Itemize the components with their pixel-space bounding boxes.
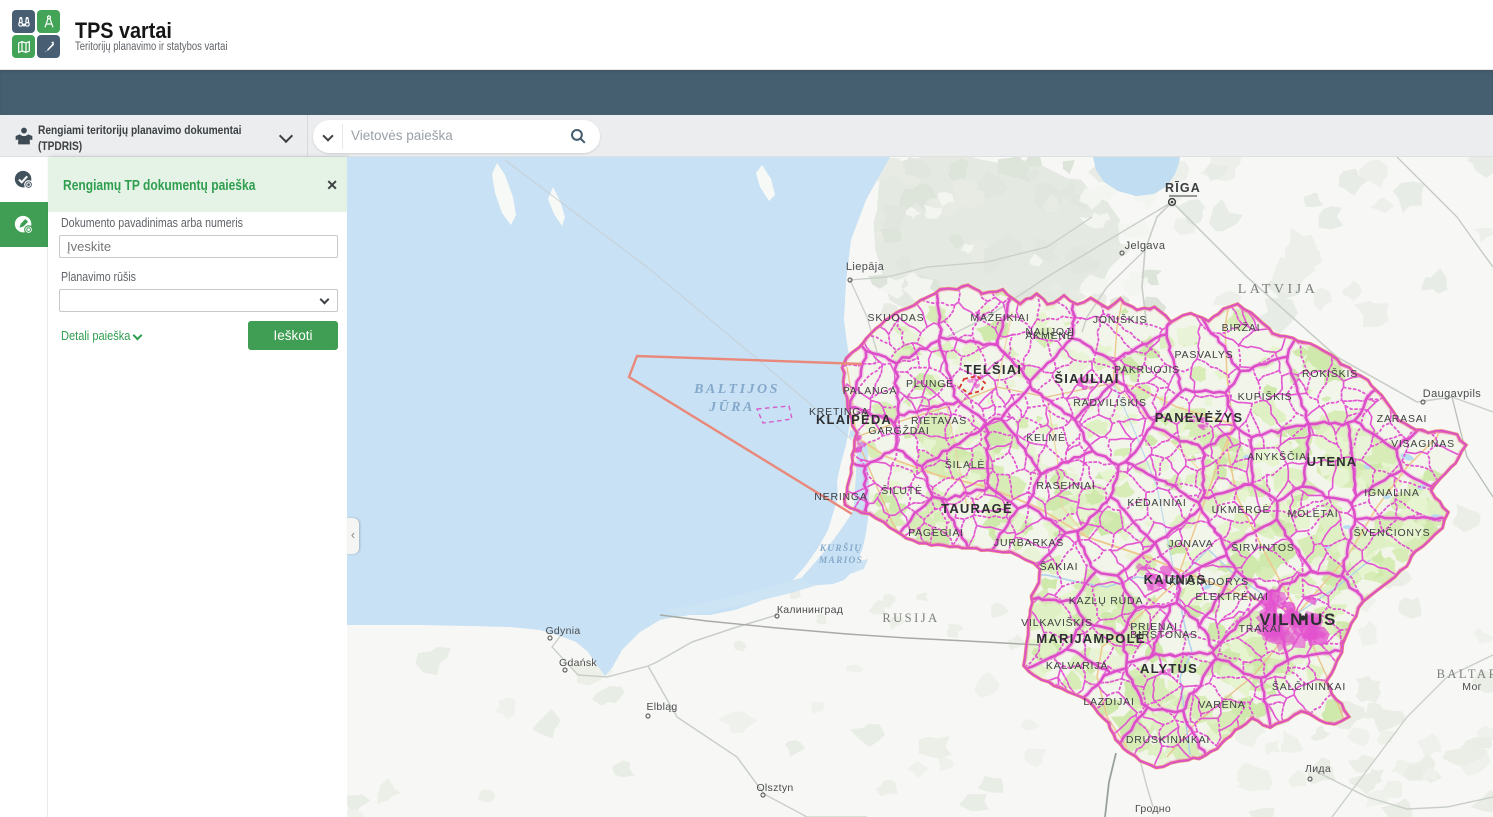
svg-text:KELMĖ: KELMĖ: [1026, 431, 1066, 444]
svg-text:PASVALYS: PASVALYS: [1175, 349, 1234, 361]
svg-text:BIRŠTONAS: BIRŠTONAS: [1130, 628, 1198, 641]
svg-text:RIETAVAS: RIETAVAS: [911, 415, 967, 427]
svg-text:JŪRA: JŪRA: [708, 399, 755, 415]
svg-text:VISAGINAS: VISAGINAS: [1391, 438, 1455, 450]
svg-text:Гродно: Гродно: [1135, 803, 1171, 815]
svg-text:PLUNGĖ: PLUNGĖ: [906, 377, 954, 390]
svg-text:PAKRUOJIS: PAKRUOJIS: [1114, 364, 1180, 376]
svg-text:TAURAGĖ: TAURAGĖ: [941, 501, 1013, 516]
svg-text:PAGĖGIAI: PAGĖGIAI: [908, 526, 964, 539]
svg-text:VILKAVIŠKIS: VILKAVIŠKIS: [1021, 616, 1093, 629]
svg-text:MOLĖTAI: MOLĖTAI: [1288, 507, 1339, 520]
svg-text:AKMENĖ: AKMENĖ: [1025, 329, 1074, 342]
svg-text:Jelgava: Jelgava: [1125, 240, 1166, 252]
svg-text:KAIŠIADORYS: KAIŠIADORYS: [1169, 575, 1249, 588]
svg-text:ŠILUTĖ: ŠILUTĖ: [881, 484, 923, 497]
svg-text:LATVIJA: LATVIJA: [1238, 282, 1319, 297]
svg-text:KĖDAINIAI: KĖDAINIAI: [1127, 496, 1186, 509]
svg-text:ALYTUS: ALYTUS: [1140, 661, 1198, 676]
svg-text:UKMERGĖ: UKMERGĖ: [1212, 503, 1271, 516]
svg-text:Liepāja: Liepāja: [846, 261, 885, 273]
svg-text:ZARASAI: ZARASAI: [1377, 413, 1428, 425]
svg-text:BIRŽAI: BIRŽAI: [1222, 321, 1261, 334]
svg-text:PANEVĖŽYS: PANEVĖŽYS: [1155, 410, 1244, 425]
svg-text:Elbląg: Elbląg: [647, 701, 678, 713]
svg-text:KUPIŠKIS: KUPIŠKIS: [1238, 390, 1293, 403]
svg-text:JURBARKAS: JURBARKAS: [994, 537, 1064, 549]
svg-text:BALTIJOS: BALTIJOS: [693, 382, 780, 397]
svg-text:RUSIJA: RUSIJA: [882, 611, 939, 625]
svg-text:UTENA: UTENA: [1307, 454, 1358, 469]
svg-text:KALVARIJA: KALVARIJA: [1046, 660, 1108, 672]
svg-text:ŠAKIAI: ŠAKIAI: [1040, 560, 1079, 573]
svg-text:BALTAR: BALTAR: [1437, 667, 1493, 681]
svg-text:ANYKŠČIAI: ANYKŠČIAI: [1247, 450, 1310, 463]
svg-text:KAZLŲ RŪDA: KAZLŲ RŪDA: [1069, 595, 1144, 607]
svg-text:RASEINIAI: RASEINIAI: [1036, 480, 1095, 492]
svg-text:RADVILIŠKIS: RADVILIŠKIS: [1073, 396, 1147, 409]
svg-text:Daugavpils: Daugavpils: [1423, 388, 1482, 400]
svg-text:JONIŠKIS: JONIŠKIS: [1093, 313, 1147, 326]
svg-text:TELŠIAI: TELŠIAI: [964, 362, 1022, 377]
svg-text:RĪGA: RĪGA: [1165, 181, 1201, 195]
svg-text:ŠIAULIAI: ŠIAULIAI: [1054, 371, 1119, 386]
svg-text:Olsztyn: Olsztyn: [756, 782, 793, 794]
svg-text:ŠVENČIONYS: ŠVENČIONYS: [1354, 526, 1431, 539]
svg-text:NERINGA: NERINGA: [814, 491, 867, 503]
svg-text:PALANGA: PALANGA: [843, 385, 897, 397]
svg-text:ŠALČININKAI: ŠALČININKAI: [1272, 680, 1346, 693]
svg-text:VARĖNA: VARĖNA: [1198, 698, 1245, 711]
svg-text:Калининград: Калининград: [777, 604, 843, 616]
svg-text:ŠILALĖ: ŠILALĖ: [945, 458, 985, 471]
svg-text:TRAKAI: TRAKAI: [1239, 623, 1282, 635]
svg-text:Мог: Мог: [1462, 681, 1481, 693]
svg-text:ELEKTRĖNAI: ELEKTRĖNAI: [1195, 590, 1268, 603]
svg-text:DRUSKININKAI: DRUSKININKAI: [1126, 734, 1210, 746]
svg-text:ROKIŠKIS: ROKIŠKIS: [1302, 367, 1358, 380]
svg-text:MARIOS: MARIOS: [818, 556, 863, 566]
svg-text:SKUODAS: SKUODAS: [868, 312, 925, 324]
svg-text:Gdynia: Gdynia: [545, 625, 580, 637]
svg-text:KRETINGA: KRETINGA: [809, 406, 869, 418]
svg-text:LAZDIJAI: LAZDIJAI: [1083, 696, 1134, 708]
svg-text:JONAVA: JONAVA: [1168, 538, 1213, 550]
svg-text:IGNALINA: IGNALINA: [1364, 487, 1419, 499]
svg-text:ŠIRVINTOS: ŠIRVINTOS: [1231, 541, 1294, 554]
svg-text:Лида: Лида: [1305, 763, 1331, 775]
svg-text:MAŽEIKIAI: MAŽEIKIAI: [970, 311, 1029, 324]
svg-text:Gdańsk: Gdańsk: [559, 657, 597, 669]
